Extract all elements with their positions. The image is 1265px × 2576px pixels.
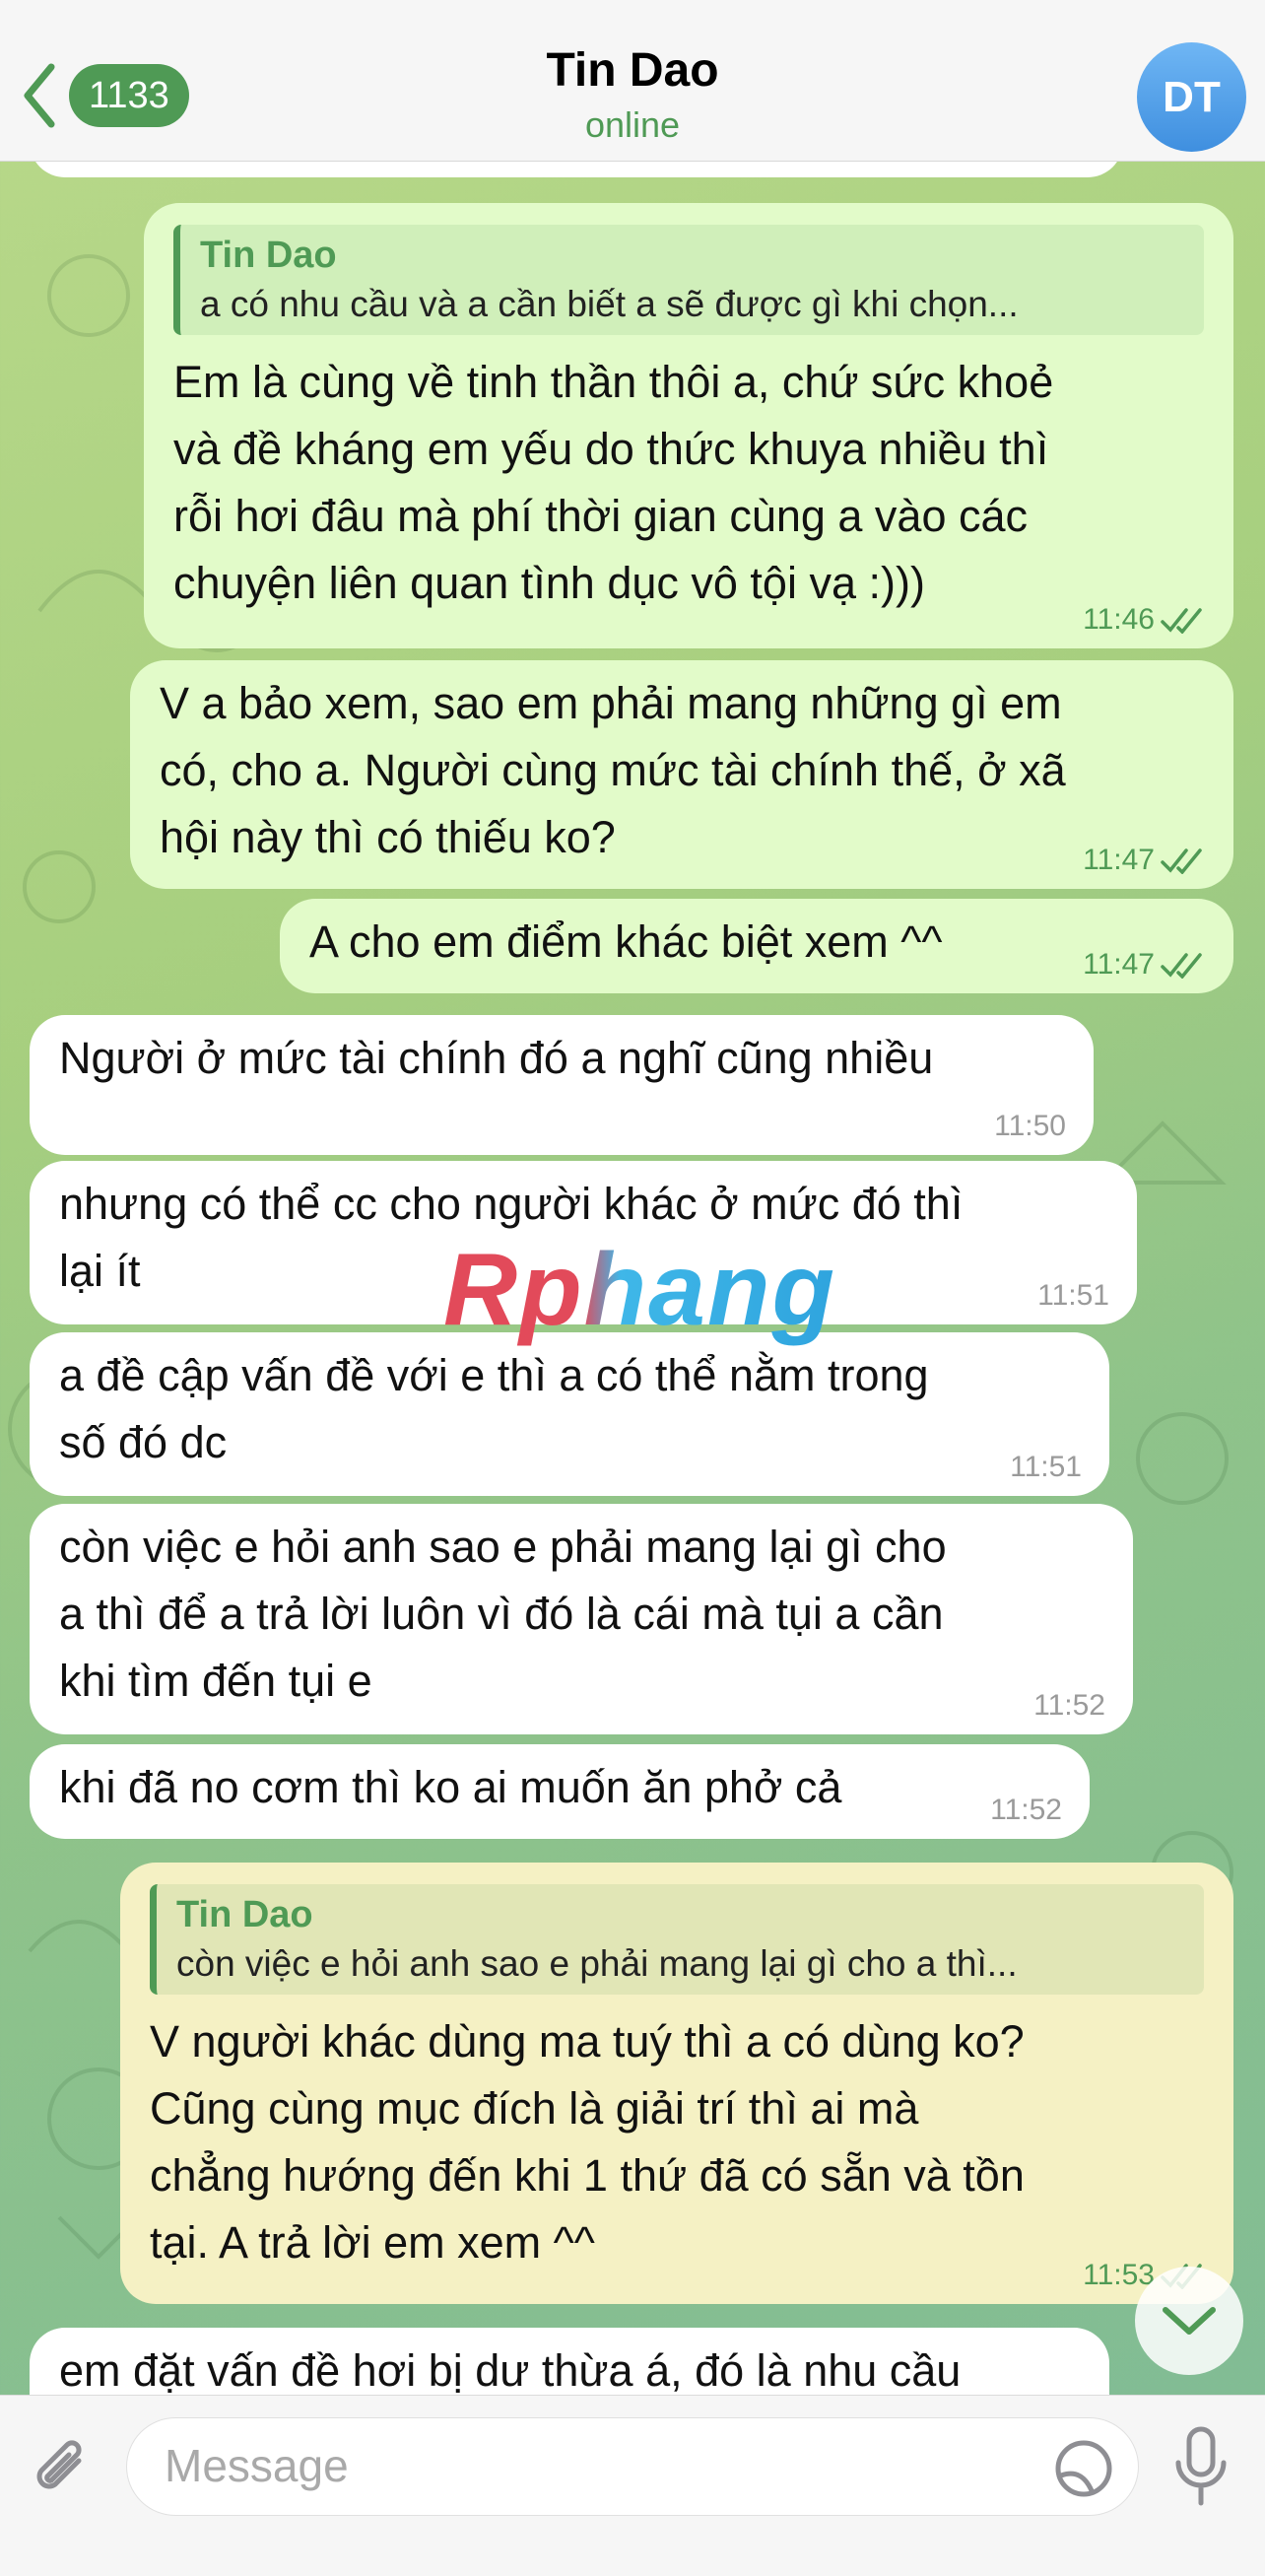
message-text: chẳng hướng đến khi 1 thứ đã có sẵn và t… <box>150 2150 1025 2201</box>
message-text: khi tìm đến tụi e <box>59 1656 372 1706</box>
message-time: 11:53 <box>1083 2259 1155 2291</box>
message-time: 11:50 <box>994 1110 1066 1142</box>
message-time: 11:46 <box>1083 603 1155 636</box>
message-bubble-outgoing[interactable]: Tin Dao a có nhu cầu và a cần biết a sẽ … <box>144 203 1233 648</box>
message-meta: 11:47 <box>1083 950 1206 980</box>
message-bubble-outgoing[interactable]: A cho em điểm khác biệt xem ^^ 11:47 <box>280 899 1233 993</box>
message-text: Em là cùng về tinh thần thôi a, chứ sức … <box>173 357 1054 407</box>
message-text: a thì để a trả lời luôn vì đó là cái mà … <box>59 1589 944 1639</box>
message-text: hội này thì có thiếu ko? <box>160 812 616 862</box>
message-meta: 11:47 <box>1083 846 1206 875</box>
message-text: Cũng cùng mục đích là giải trí thì ai mà <box>150 2083 919 2134</box>
message-bubble-outgoing[interactable]: V a bảo xem, sao em phải mang những gì e… <box>130 660 1233 889</box>
message-time: 11:52 <box>1033 1689 1105 1722</box>
chat-header: 1133 Tin Dao online DT <box>0 0 1265 162</box>
message-meta: 11:52 <box>990 1796 1062 1825</box>
message-text: A cho em điểm khác biệt xem ^^ <box>309 916 943 967</box>
message-meta: 11:51 <box>1010 1453 1082 1482</box>
message-bubble-incoming[interactable]: a đề cập vấn đề với e thì a có thể nằm t… <box>30 1332 1109 1496</box>
message-text: có, cho a. Người cùng mức tài chính thế,… <box>160 745 1066 795</box>
message-text: Người ở mức tài chính đó a nghĩ cũng nhi… <box>59 1033 934 1083</box>
contact-status: online <box>584 104 681 145</box>
message-bubble-incoming[interactable]: Người ở mức tài chính đó a nghĩ cũng nhi… <box>30 1015 1094 1155</box>
reply-author: Tin Dao <box>176 1894 313 1935</box>
contact-name[interactable]: Tin Dao <box>0 43 1265 98</box>
message-text: tại. A trả lời em xem ^^ <box>150 2217 595 2268</box>
paperclip-icon[interactable] <box>28 2435 99 2506</box>
message-text: V a bảo xem, sao em phải mang những gì e… <box>160 678 1062 728</box>
message-meta: 11:50 <box>994 1112 1066 1141</box>
message-text: a đề cập vấn đề với e thì a có thể nằm t… <box>59 1350 929 1400</box>
reply-quote[interactable]: Tin Dao a có nhu cầu và a cần biết a sẽ … <box>173 225 1204 335</box>
message-text: khi đã no cơm thì ko ai muốn ăn phở cả <box>59 1762 842 1812</box>
watermark-logo: Rphang <box>443 1233 837 1347</box>
double-check-icon <box>1161 848 1202 874</box>
double-check-icon <box>1161 953 1202 979</box>
reply-text: a có nhu cầu và a cần biết a sẽ được gì … <box>200 284 1019 324</box>
message-bubble-incoming[interactable]: khi đã no cơm thì ko ai muốn ăn phở cả 1… <box>30 1744 1090 1839</box>
message-field[interactable] <box>126 2417 1139 2516</box>
double-check-icon <box>1161 608 1202 634</box>
message-meta: 11:51 <box>1037 1281 1109 1311</box>
message-text: số đó dc <box>59 1417 228 1467</box>
message-bubble-outgoing[interactable]: Tin Dao còn việc e hỏi anh sao e phải ma… <box>120 1863 1233 2304</box>
message-time: 11:51 <box>1010 1451 1082 1483</box>
chevron-down-icon <box>1163 2307 1216 2335</box>
message-input[interactable] <box>163 2438 1014 2493</box>
avatar[interactable]: DT <box>1137 42 1246 152</box>
message-text: V người khác dùng ma tuý thì a có dùng k… <box>150 2016 1025 2067</box>
message-text: còn việc e hỏi anh sao e phải mang lại g… <box>59 1522 947 1572</box>
message-text: nhưng có thể cc cho người khác ở mức đó … <box>59 1179 964 1229</box>
composer-bar <box>0 2395 1265 2576</box>
reply-quote[interactable]: Tin Dao còn việc e hỏi anh sao e phải ma… <box>150 1884 1204 1995</box>
message-time: 11:51 <box>1037 1279 1109 1312</box>
message-meta: 11:46 <box>1083 605 1206 635</box>
message-time: 11:52 <box>990 1794 1062 1826</box>
scroll-down-button[interactable] <box>1135 2267 1243 2375</box>
sticker-icon[interactable] <box>1053 2438 1114 2499</box>
message-bubble-incoming[interactable]: còn việc e hỏi anh sao e phải mang lại g… <box>30 1504 1133 1734</box>
reply-text: còn việc e hỏi anh sao e phải mang lại g… <box>176 1943 1018 1984</box>
microphone-icon[interactable] <box>1170 2425 1232 2510</box>
reply-author: Tin Dao <box>200 235 337 276</box>
message-time: 11:47 <box>1083 844 1155 876</box>
message-meta: 11:52 <box>1033 1691 1105 1721</box>
message-time: 11:47 <box>1083 948 1155 981</box>
message-text: rỗi hơi đâu mà phí thời gian cùng a vào … <box>173 491 1029 541</box>
message-text: chuyện liên quan tình dục vô tội vạ :))) <box>173 558 925 608</box>
message-text: và đề kháng em yếu do thức khuya nhiều t… <box>173 424 1049 474</box>
